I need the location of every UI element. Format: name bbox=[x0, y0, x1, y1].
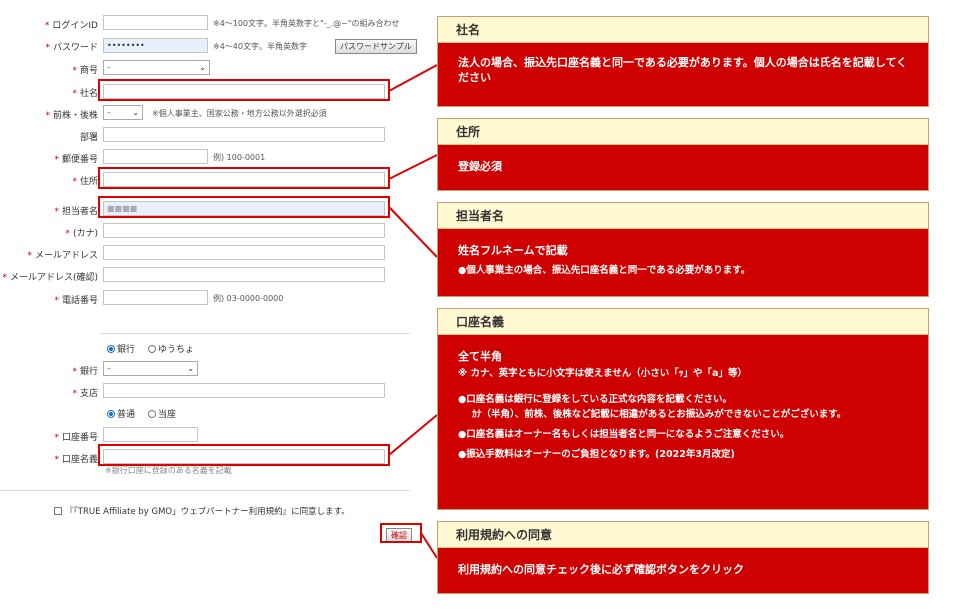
postal-note: 例) 100-0001 bbox=[213, 153, 266, 162]
kana-input[interactable] bbox=[103, 223, 385, 238]
login-id-input[interactable] bbox=[103, 15, 208, 30]
panel-account-body2: ※ カナ、英字ともに小文字は使えません（小さい「ｯ」や「a」等） bbox=[458, 368, 747, 379]
panel-contact-body: 姓名フルネームで記載 bbox=[458, 244, 568, 257]
panel-terms-title: 利用規約への同意 bbox=[438, 522, 928, 548]
panel-account-bullet1b: ｶﾅ（半角）、前株、後株など記載に相違があるとお振込みができないことがございます… bbox=[472, 409, 847, 420]
prefix-note: ※個人事業主、国家公務・地方公務以外選択必須 bbox=[152, 109, 327, 118]
password-label: * パスワード bbox=[45, 43, 98, 53]
password-input[interactable]: •••••••• bbox=[103, 38, 208, 53]
login-id-note: ※4～100文字。半角英数字と"-_.@~"の組み合わせ bbox=[213, 19, 400, 28]
branch-label: * 支店 bbox=[72, 389, 98, 399]
branch-input[interactable] bbox=[103, 383, 385, 398]
phone-label: * 電話番号 bbox=[54, 296, 98, 306]
panel-account-bullet1: ●口座名義は銀行に登録をしている正式な内容を記載ください。 bbox=[458, 394, 733, 405]
radio-checked-icon bbox=[107, 410, 115, 418]
prefix-select[interactable]: – ⌄ bbox=[103, 105, 143, 120]
password-note: ※4～40文字。半角英数字 bbox=[213, 42, 307, 51]
account-name-highlight bbox=[98, 444, 390, 466]
bank-select[interactable]: – ⌄ bbox=[103, 361, 198, 376]
chevron-down-icon: ⌄ bbox=[187, 364, 194, 373]
account-no-input[interactable] bbox=[103, 427, 198, 442]
panel-address-body: 登録必須 bbox=[458, 160, 502, 173]
panel-company: 社名 法人の場合、振込先口座名義と同一である必要があります。個人の場合は氏名を記… bbox=[437, 16, 929, 107]
panel-contact-bullet: ●個人事業主の場合、振込先口座名義と同一である必要があります。 bbox=[458, 265, 751, 276]
account-name-note: ※銀行口座に登録のある名義を記載 bbox=[105, 466, 232, 475]
bank-type-yucho-radio[interactable]: ゆうちょ bbox=[148, 342, 194, 355]
panel-company-title: 社名 bbox=[438, 17, 928, 43]
trade-name-select[interactable]: – ⌄ bbox=[103, 60, 210, 75]
panel-terms-body: 利用規約への同意チェック後に必ず確認ボタンをクリック bbox=[458, 563, 744, 576]
password-sample-button[interactable]: パスワードサンプル bbox=[335, 39, 417, 54]
panel-contact: 担当者名 姓名フルネームで記載 ●個人事業主の場合、振込先口座名義と同一である必… bbox=[437, 202, 929, 297]
postal-input[interactable] bbox=[103, 149, 208, 164]
contact-label: * 担当者名 bbox=[54, 207, 98, 217]
account-type-toza-radio[interactable]: 当座 bbox=[148, 407, 176, 420]
registration-form: * ログインID ※4～100文字。半角英数字と"-_.@~"の組み合わせ * パス… bbox=[0, 0, 422, 614]
company-highlight bbox=[98, 79, 390, 101]
panel-account-title: 口座名義 bbox=[438, 309, 928, 335]
bank-label: * 銀行 bbox=[72, 367, 98, 377]
email-input[interactable] bbox=[103, 245, 385, 260]
prefix-label: * 前株・後株 bbox=[45, 111, 98, 121]
chevron-down-icon: ⌄ bbox=[199, 63, 206, 72]
radio-checked-icon bbox=[107, 345, 115, 353]
account-no-label: * 口座番号 bbox=[54, 433, 98, 443]
agree-checkbox[interactable]: 『「TRUE Affiliate by GMO」ウェブパートナー利用規約』に同意… bbox=[54, 505, 350, 517]
email-confirm-label: * メールアドレス(確認) bbox=[2, 273, 98, 283]
account-type-futsu-radio[interactable]: 普通 bbox=[107, 407, 135, 420]
panel-account-body1: 全て半角 bbox=[458, 350, 502, 363]
confirm-highlight bbox=[380, 523, 422, 543]
divider bbox=[0, 490, 410, 491]
checkbox-icon bbox=[54, 507, 62, 515]
radio-icon bbox=[148, 410, 156, 418]
address-label: * 住所 bbox=[72, 177, 98, 187]
panel-account: 口座名義 全て半角 ※ カナ、英字ともに小文字は使えません（小さい「ｯ」や「a」… bbox=[437, 308, 929, 510]
department-input[interactable] bbox=[103, 127, 385, 142]
panel-account-bullet2: ●口座名義はオーナー名もしくは担当者名と同一になるようご注意ください。 bbox=[458, 429, 790, 440]
panel-terms: 利用規約への同意 利用規約への同意チェック後に必ず確認ボタンをクリック bbox=[437, 521, 929, 594]
chevron-down-icon: ⌄ bbox=[132, 108, 139, 117]
postal-label: * 郵便番号 bbox=[54, 155, 98, 165]
email-confirm-input[interactable] bbox=[103, 267, 385, 282]
panel-contact-title: 担当者名 bbox=[438, 203, 928, 229]
kana-label: * (カナ) bbox=[65, 229, 98, 239]
bank-type-bank-radio[interactable]: 銀行 bbox=[107, 342, 135, 355]
divider bbox=[100, 333, 410, 334]
phone-input[interactable] bbox=[103, 290, 208, 305]
connector-terms bbox=[420, 532, 438, 559]
phone-note: 例) 03-0000-0000 bbox=[213, 294, 284, 303]
address-highlight bbox=[98, 167, 390, 189]
panel-company-body: 法人の場合、振込先口座名義と同一である必要があります。個人の場合は氏名を記載して… bbox=[458, 56, 908, 84]
panel-address: 住所 登録必須 bbox=[437, 118, 929, 191]
radio-icon bbox=[148, 345, 156, 353]
panel-account-bullet3: ●振込手数料はオーナーのご負担となります。(2022年3月改定) bbox=[458, 449, 735, 460]
account-name-label: * 口座名義 bbox=[54, 455, 98, 465]
login-id-label: * ログインID bbox=[44, 21, 98, 31]
email-label: * メールアドレス bbox=[27, 251, 98, 261]
contact-highlight bbox=[98, 196, 390, 218]
department-label: 部署 bbox=[79, 133, 98, 143]
panel-address-title: 住所 bbox=[438, 119, 928, 145]
company-label: * 社名 bbox=[72, 89, 98, 99]
trade-name-label: * 商号 bbox=[72, 66, 98, 76]
